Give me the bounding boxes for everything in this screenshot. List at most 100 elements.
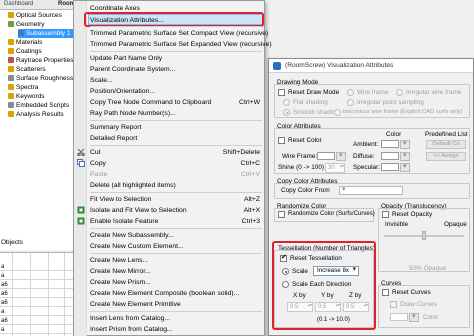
wire-frame-color-label: Wire Frame:	[282, 153, 318, 160]
draw-curves-checkbox[interactable]	[390, 301, 397, 308]
menu-item-label: Scale...	[90, 77, 113, 84]
tree-item-label: Embedded Scripts	[16, 102, 70, 109]
menu-item[interactable]: Create New Custom Element...	[90, 241, 262, 252]
menu-item[interactable]: Create New Element Composite (boolean so…	[90, 288, 262, 299]
menu-item-label: Insert Prism from Catalog...	[90, 326, 173, 333]
menu-item[interactable]: Parent Coordinate System...	[90, 64, 262, 75]
menu-separator	[90, 51, 262, 52]
highlight-box	[84, 12, 264, 27]
menu-item-label: Create New Mirror...	[90, 268, 151, 275]
menu-item[interactable]: Summary Report	[90, 122, 262, 133]
menu-item[interactable]: Create New Lens...	[90, 255, 262, 266]
curves-color-dropdown[interactable]	[409, 312, 419, 322]
tree-node-icon	[8, 21, 14, 27]
tree-item[interactable]: Scatterers	[8, 65, 46, 74]
menu-item[interactable]: Insert Lens from Catalog...	[90, 313, 262, 324]
menu-item-label: Insert Lens from Catalog...	[90, 315, 171, 322]
menu-item-shortcut: Alt+Z	[243, 196, 260, 203]
wire-frame-color-swatch[interactable]	[317, 152, 335, 160]
biscontour-radio[interactable]	[334, 109, 341, 116]
diffuse-dropdown[interactable]	[400, 151, 410, 161]
reset-color-checkbox[interactable]	[278, 137, 285, 144]
grid-column-divider	[30, 253, 31, 336]
menu-item[interactable]: Create New Mirror...	[90, 266, 262, 277]
menu-item[interactable]: Create New Subassembly...	[90, 230, 262, 241]
menu-item-label: Copy	[90, 160, 106, 167]
menu-item[interactable]: Isolate and Fit View to Selection Alt+X	[90, 205, 262, 216]
tab-dashboard[interactable]: Dashboard	[4, 1, 33, 7]
menu-item[interactable]: Paste Ctrl+V	[90, 169, 262, 180]
menu-item[interactable]: Create New Element Primitive	[90, 299, 262, 310]
predefined-list-select[interactable]: Default Co	[426, 140, 466, 149]
tree-item-label: Raytrace Properties	[16, 57, 74, 64]
tree-item[interactable]: Spectra	[8, 83, 38, 92]
tree-item[interactable]: Coatings	[8, 47, 42, 56]
menu-item-shortcut: Ctrl+3	[241, 218, 260, 225]
irregular-wire-label: Irregular wire frame	[406, 89, 462, 96]
tree-item[interactable]: Keywords	[8, 92, 45, 101]
opacity-slider-thumb[interactable]	[422, 231, 426, 240]
menu-item[interactable]: Trimmed Parametric Surface Set Expanded …	[90, 39, 272, 50]
tree-item[interactable]: Analysis Results	[8, 110, 64, 119]
shine-spinbox[interactable]: 30	[325, 163, 345, 173]
tree-item-label: Surface Roughness	[16, 75, 74, 82]
opacity-value-label: 50% Opaque	[409, 265, 447, 272]
menu-item-label: Cut	[90, 149, 101, 156]
reset-opacity-checkbox[interactable]	[382, 211, 389, 218]
menu-item-label: Create New Lens...	[90, 257, 149, 264]
diffuse-color-swatch[interactable]	[381, 152, 399, 160]
copy-color-from-label: Copy Color From	[281, 187, 330, 194]
flat-shading-label: Flat shading	[293, 99, 328, 106]
flat-shading-radio[interactable]	[283, 99, 290, 106]
tree-item[interactable]: Subassembly 1	[18, 29, 74, 38]
randomize-color-checkbox[interactable]	[278, 211, 285, 218]
menu-item[interactable]: Cut Shift+Delete	[90, 147, 262, 158]
reset-curves-checkbox[interactable]	[382, 289, 389, 296]
tree-node-icon	[18, 30, 24, 36]
tree-item[interactable]: Materials	[8, 38, 42, 47]
menu-item[interactable]: Scale...	[90, 75, 262, 86]
specular-color-swatch[interactable]	[381, 163, 399, 171]
menu-item-label: Copy Tree Node Command to Clipboard	[90, 99, 212, 106]
cut-icon	[77, 148, 85, 157]
menu-separator	[90, 311, 262, 312]
tree-item[interactable]: Surface Roughness	[8, 74, 73, 83]
menu-item[interactable]: Detailed Report	[90, 133, 262, 144]
menu-item-label: Update Part Name Only	[90, 55, 163, 62]
menu-item[interactable]: Update Part Name Only	[90, 53, 262, 64]
tree-item-label: Materials	[16, 39, 43, 46]
tree-item[interactable]: Raytrace Properties	[8, 56, 73, 65]
curves-color-label: Color	[423, 314, 439, 321]
menu-item[interactable]: Position/Orientation...	[90, 86, 262, 97]
menu-item[interactable]: Ray Path Node Number(s)...	[90, 108, 262, 119]
irregular-point-radio[interactable]	[347, 99, 354, 106]
menu-item[interactable]: Enable Isolate Feature Ctrl+3	[90, 216, 262, 227]
tree-item[interactable]: Geometry	[8, 20, 45, 29]
tree-node-icon	[8, 48, 14, 54]
copy-color-from-select[interactable]	[339, 185, 403, 195]
wire-frame-dropdown[interactable]	[336, 151, 346, 161]
curves-color-swatch[interactable]	[390, 313, 408, 321]
ambient-color-swatch[interactable]	[381, 140, 399, 148]
menu-item-label: Isolate and Fit View to Selection	[90, 207, 187, 214]
tessellation-highlight-box	[272, 241, 376, 330]
tree-item[interactable]: Embedded Scripts	[8, 101, 69, 110]
menu-item[interactable]: Copy Tree Node Command to Clipboard Ctrl+…	[90, 97, 262, 108]
menu-item[interactable]: Create New Prism...	[90, 277, 262, 288]
menu-item-shortcut: Alt+X	[243, 207, 260, 214]
menu-item[interactable]: Copy Ctrl+C	[90, 158, 262, 169]
smooth-shading-radio[interactable]	[283, 109, 290, 116]
menu-item[interactable]: Trimmed Parametric Surface Set Compact V…	[90, 28, 268, 39]
tree-item-label: Optical Sources	[16, 12, 62, 19]
menu-item[interactable]: Insert Prism from Catalog...	[90, 324, 262, 335]
specular-dropdown[interactable]	[400, 162, 410, 172]
menu-item[interactable]: Delete (all highlighted items)	[90, 180, 262, 191]
ambient-dropdown[interactable]	[400, 139, 410, 149]
wire-frame-radio[interactable]	[347, 89, 354, 96]
irregular-wire-radio[interactable]	[396, 89, 403, 96]
reset-draw-mode-checkbox[interactable]	[278, 89, 285, 96]
tree-item[interactable]: Optical Sources	[8, 11, 62, 20]
tree-node-icon	[8, 111, 14, 117]
menu-item[interactable]: Fit View to Selection Alt+Z	[90, 194, 262, 205]
assign-button[interactable]: << Assign	[426, 152, 466, 161]
